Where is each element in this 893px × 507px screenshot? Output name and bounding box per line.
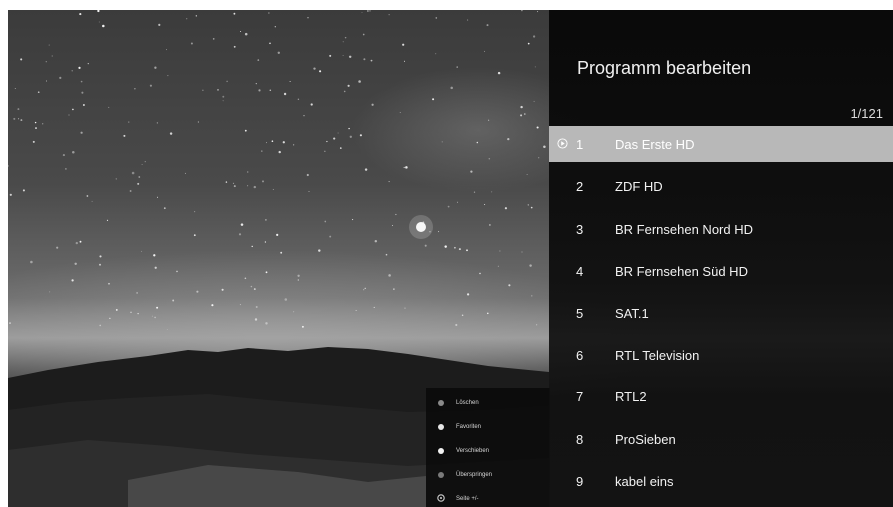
channel-row[interactable]: 6 RTL Television xyxy=(549,337,893,373)
legend-label: Verschieben xyxy=(456,448,490,454)
channel-row[interactable]: 9 kabel eins xyxy=(549,463,893,499)
legend-label: Löschen xyxy=(456,400,479,406)
channel-row[interactable]: 8 ProSieben xyxy=(549,421,893,457)
channel-number: 4 xyxy=(576,264,584,279)
page-counter: 1/121 xyxy=(850,106,883,121)
legend-label: Seite +/- xyxy=(456,496,479,502)
green-button-icon xyxy=(438,424,444,430)
channel-number: 3 xyxy=(576,222,584,237)
channel-name: RTL2 xyxy=(615,389,647,404)
channel-name: kabel eins xyxy=(615,474,674,489)
blue-button-icon xyxy=(438,472,444,478)
channel-name: Das Erste HD xyxy=(615,137,695,152)
yellow-button-icon xyxy=(438,448,444,454)
channel-name: RTL Television xyxy=(615,348,700,363)
channel-row[interactable]: 2 ZDF HD xyxy=(549,168,893,204)
channel-name: ProSieben xyxy=(615,432,676,447)
channel-number: 2 xyxy=(576,179,584,194)
channel-row[interactable]: 5 SAT.1 xyxy=(549,295,893,331)
channel-row[interactable]: 7 RTL2 xyxy=(549,378,893,414)
color-button-legend: Löschen Favoriten Verschieben Überspring… xyxy=(426,388,550,507)
channel-name: SAT.1 xyxy=(615,306,649,321)
channel-row[interactable]: 4 BR Fernsehen Süd HD xyxy=(549,253,893,289)
page-ring-icon xyxy=(437,494,445,502)
channel-number: 7 xyxy=(576,389,584,404)
channel-row[interactable]: 3 BR Fernsehen Nord HD xyxy=(549,211,893,247)
red-button-icon xyxy=(438,400,444,406)
channel-number: 8 xyxy=(576,432,584,447)
channel-name: BR Fernsehen Nord HD xyxy=(615,222,753,237)
legend-label: Überspringen xyxy=(456,472,493,478)
panel-title: Programm bearbeiten xyxy=(577,58,752,78)
channel-row[interactable]: 1 Das Erste HD xyxy=(549,126,893,162)
channel-number: 5 xyxy=(576,306,584,321)
channel-name: ZDF HD xyxy=(615,179,663,194)
channel-name: BR Fernsehen Süd HD xyxy=(615,264,748,279)
channel-number: 6 xyxy=(576,348,584,363)
legend-label: Favoriten xyxy=(456,424,482,430)
play-icon xyxy=(557,138,568,149)
tv-screen: Löschen Favoriten Verschieben Überspring… xyxy=(8,10,893,507)
channel-number: 9 xyxy=(576,474,584,489)
channel-number: 1 xyxy=(576,137,584,152)
channel-edit-panel: Programm bearbeiten 1/121 1 Das Erste HD… xyxy=(549,10,893,507)
